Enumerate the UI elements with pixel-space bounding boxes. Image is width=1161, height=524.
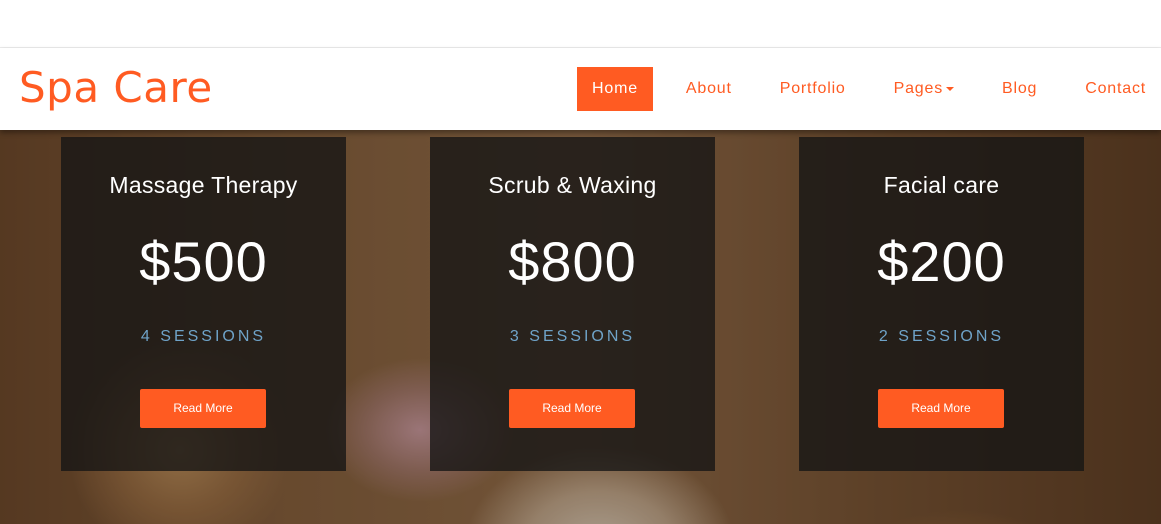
card-title: Massage Therapy (109, 172, 298, 198)
card-price: $800 (508, 230, 637, 293)
card-title: Facial care (883, 172, 1000, 198)
nav-item-contact[interactable]: Contact (1070, 67, 1161, 111)
card-sessions: 3 SESSIONS (509, 328, 636, 345)
nav-item-about[interactable]: About (671, 67, 747, 111)
pricing-card-facial: Facial care $200 2 SESSIONS Read More (799, 137, 1084, 471)
pricing-card-scrub: Scrub & Waxing $800 3 SESSIONS Read More (430, 137, 715, 471)
nav-item-portfolio[interactable]: Portfolio (765, 67, 861, 111)
read-more-button[interactable]: Read More (140, 389, 266, 428)
nav-item-home[interactable]: Home (577, 67, 653, 111)
pricing-section: Massage Therapy $500 4 SESSIONS Read Mor… (0, 137, 1161, 471)
card-title: Scrub & Waxing (488, 172, 657, 198)
card-price: $500 (139, 230, 268, 293)
caret-down-icon (946, 86, 955, 91)
site-logo[interactable]: Spa Care (19, 62, 213, 114)
pricing-card-massage: Massage Therapy $500 4 SESSIONS Read Mor… (61, 137, 346, 471)
navbar: Spa Care Home About Portfolio Pages Blog… (0, 48, 1161, 130)
read-more-button[interactable]: Read More (509, 389, 635, 428)
card-price: $200 (877, 230, 1006, 293)
nav-item-pages-label: Pages (893, 80, 944, 97)
read-more-button[interactable]: Read More (878, 389, 1004, 428)
nav-item-pages[interactable]: Pages (879, 67, 969, 111)
card-sessions: 4 SESSIONS (140, 328, 267, 345)
top-strip (0, 0, 1161, 48)
main-nav: Home About Portfolio Pages Blog Contact (559, 67, 1161, 111)
card-sessions: 2 SESSIONS (878, 328, 1005, 345)
nav-item-blog[interactable]: Blog (987, 67, 1052, 111)
